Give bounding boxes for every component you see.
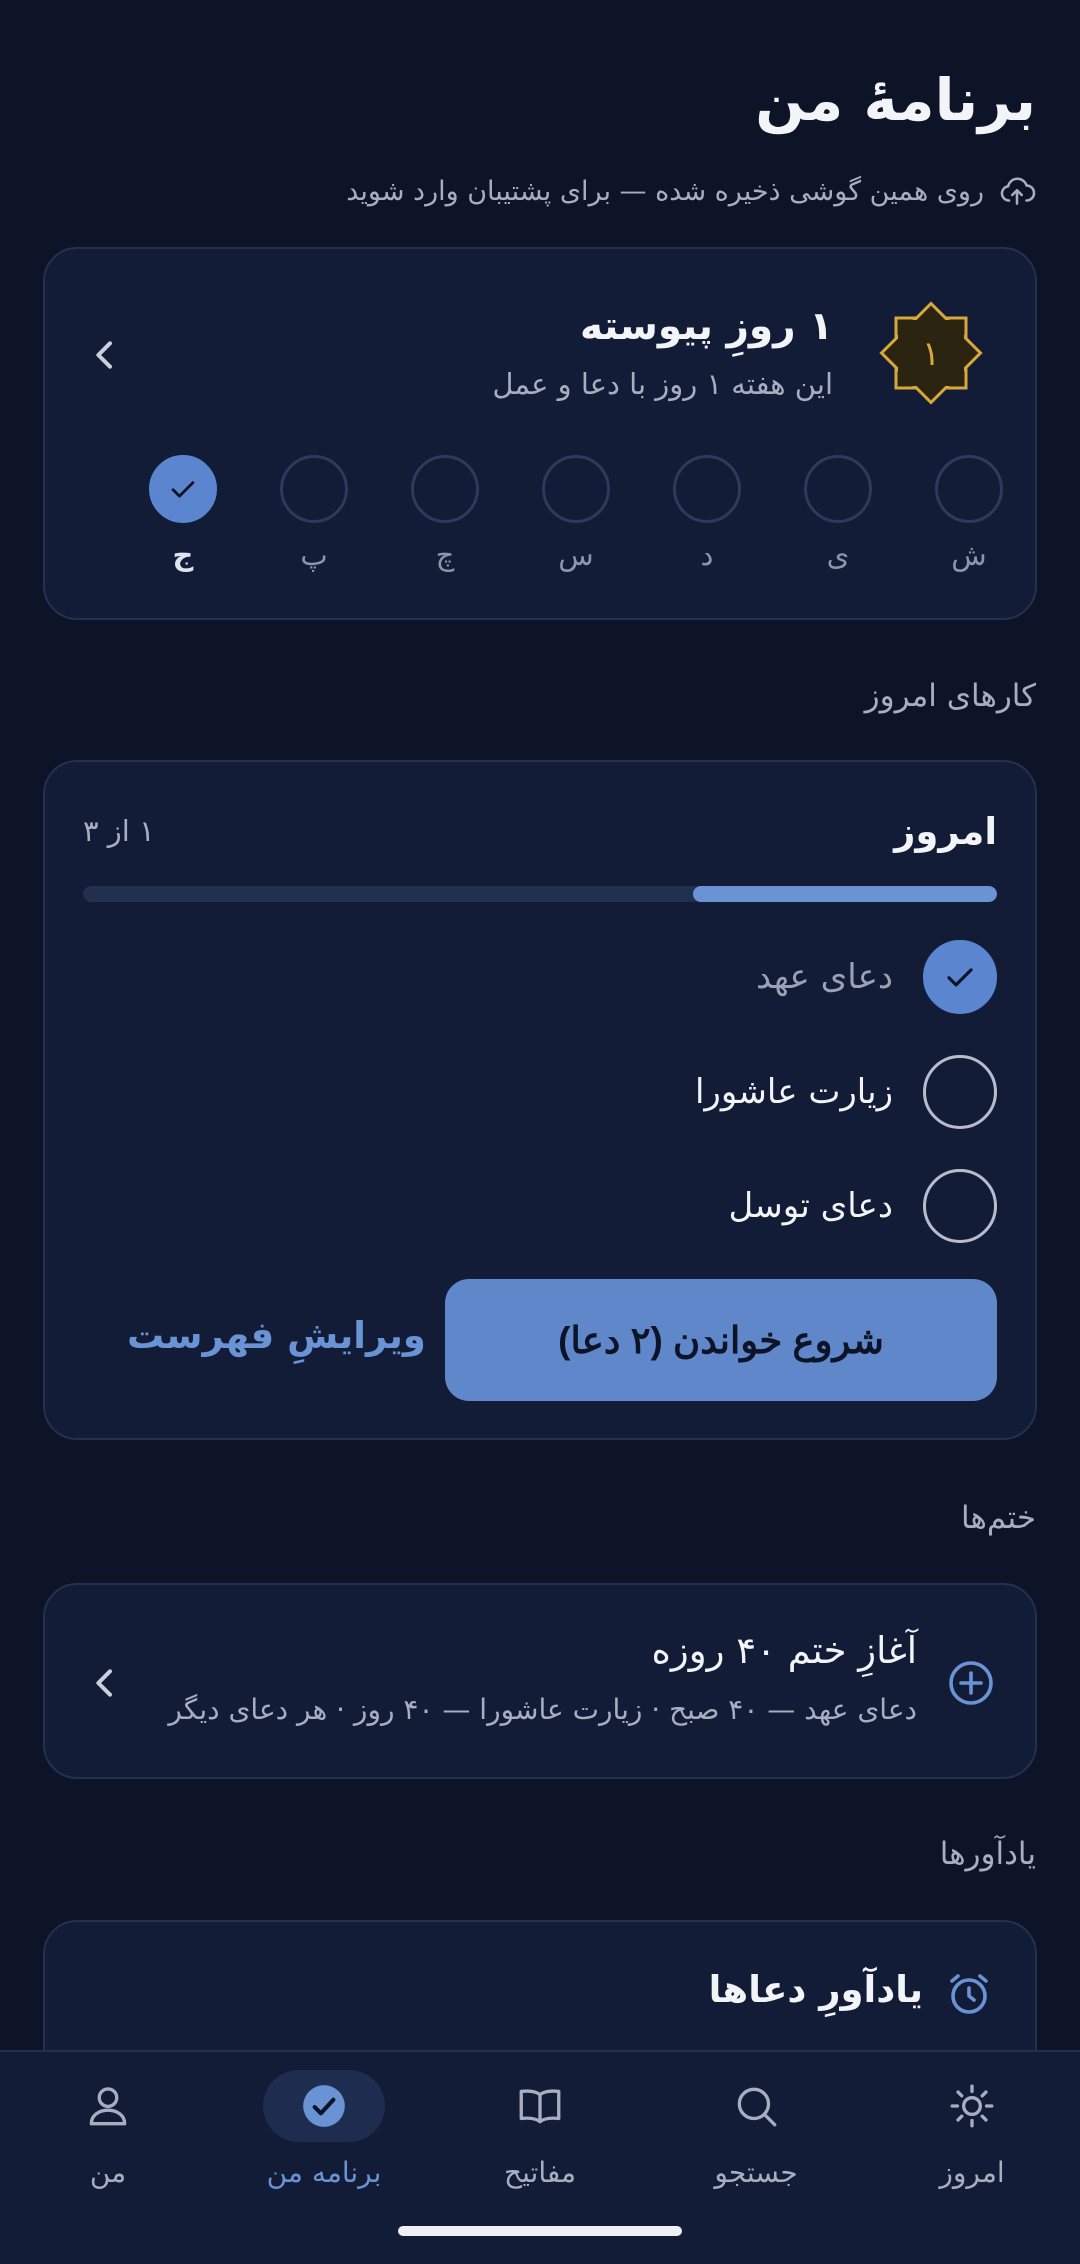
week-day: د xyxy=(673,455,741,573)
nav-icon-container xyxy=(263,2070,385,2142)
section-reminders: یادآورها xyxy=(939,1836,1036,1872)
day-label: ش xyxy=(951,538,987,572)
today-count: ۱ از ۳ xyxy=(83,814,155,848)
nav-icon-container xyxy=(695,2070,817,2142)
chevron-left-icon[interactable] xyxy=(85,1663,125,1703)
cloud-upload-icon xyxy=(1000,177,1036,205)
sun-icon xyxy=(950,2084,994,2128)
plus-circle-icon xyxy=(949,1661,993,1705)
streak-badge-number: ۱ xyxy=(922,334,940,374)
task-checkbox[interactable] xyxy=(923,940,997,1014)
nav-label: مفاتیح xyxy=(504,2156,577,2189)
check-icon xyxy=(947,968,973,987)
nav-item[interactable]: مفاتیح xyxy=(440,2070,640,2220)
nav-label: من xyxy=(89,2156,127,2189)
nav-label: برنامه من xyxy=(266,2156,382,2189)
today-title: امروز xyxy=(894,810,997,853)
task-label: زیارت عاشورا xyxy=(694,1072,893,1112)
day-indicator xyxy=(280,455,348,523)
task-item[interactable]: دعای توسل xyxy=(729,1168,997,1244)
week-day: س xyxy=(542,455,610,573)
star-badge-icon: ۱ xyxy=(879,301,983,405)
nav-label: امروز xyxy=(939,2156,1005,2189)
day-label: ج xyxy=(172,538,194,572)
section-today-tasks: کارهای امروز xyxy=(864,678,1036,714)
check-icon xyxy=(171,481,195,498)
khatm-title: آغازِ ختم ۴۰ روزه xyxy=(651,1629,917,1672)
task-checkbox[interactable] xyxy=(923,1169,997,1243)
nav-label: جستجو xyxy=(714,2156,798,2189)
today-progress-bar xyxy=(83,886,997,902)
nav-item[interactable]: امروز xyxy=(872,2070,1072,2220)
day-label: د xyxy=(700,538,714,572)
day-label: س xyxy=(558,538,594,572)
task-item[interactable]: زیارت عاشورا xyxy=(695,1054,997,1130)
home-indicator xyxy=(398,2226,682,2236)
chevron-left-icon[interactable] xyxy=(85,335,125,375)
khatm-subtitle: دعای عهد — ۴۰ صبح · زیارت عاشورا — ۴۰ رو… xyxy=(168,1693,917,1726)
week-day: چ xyxy=(411,455,479,573)
streak-title: ۱ روزِ پیوسته xyxy=(579,304,833,349)
nav-item[interactable]: جستجو xyxy=(656,2070,856,2220)
day-label: پ xyxy=(300,538,328,572)
day-indicator xyxy=(411,455,479,523)
start-reading-button[interactable]: شروع خواندن (۲ دعا) xyxy=(445,1279,997,1401)
task-label: دعای عهد xyxy=(755,957,893,997)
week-day: ج xyxy=(149,455,217,573)
task-checkbox[interactable] xyxy=(923,1055,997,1129)
reminder-title: یادآورِ دعاها xyxy=(708,1968,923,2011)
nav-icon-container xyxy=(47,2070,169,2142)
week-day: پ xyxy=(280,455,348,573)
page-title: برنامهٔ من xyxy=(755,66,1036,134)
book-icon xyxy=(519,2089,561,2124)
day-indicator xyxy=(804,455,872,523)
search-icon xyxy=(737,2087,777,2127)
day-done-indicator xyxy=(149,455,217,523)
today-card: امروز ۱ از ۳ دعای عهد زیارت عاشورا دعای تو… xyxy=(43,760,1037,1440)
task-label: دعای توسل xyxy=(728,1186,893,1226)
day-indicator xyxy=(673,455,741,523)
sync-status[interactable]: روی همین گوشی ذخیره شده — برای پشتیبان و… xyxy=(346,172,1036,210)
day-label: ی xyxy=(826,538,850,572)
person-icon xyxy=(89,2087,127,2126)
task-item[interactable]: دعای عهد xyxy=(756,939,997,1015)
streak-subtitle: این هفته ۱ روز با دعا و عمل xyxy=(492,367,833,401)
today-progress-fill xyxy=(692,886,997,902)
day-indicator xyxy=(542,455,610,523)
check-circle-icon xyxy=(303,2085,345,2127)
khatm-card[interactable]: آغازِ ختم ۴۰ روزه دعای عهد — ۴۰ صبح · زی… xyxy=(43,1583,1037,1779)
streak-card[interactable]: ۱ ۱ روزِ پیوسته این هفته ۱ روز با دعا و … xyxy=(43,247,1037,620)
nav-item[interactable]: برنامه من xyxy=(224,2070,424,2220)
day-indicator xyxy=(935,455,1003,523)
alarm-clock-icon xyxy=(950,1974,988,2014)
nav-item[interactable]: من xyxy=(8,2070,208,2220)
edit-list-link[interactable]: ویرایشِ فهرست xyxy=(127,1314,426,1357)
week-days: شیدسچپج xyxy=(149,455,1003,573)
nav-icon-container xyxy=(911,2070,1033,2142)
week-day: ش xyxy=(935,455,1003,573)
section-khatms: ختم‌ها xyxy=(961,1500,1036,1536)
day-label: چ xyxy=(435,538,455,572)
sync-text: روی همین گوشی ذخیره شده — برای پشتیبان و… xyxy=(346,175,984,207)
week-day: ی xyxy=(804,455,872,573)
nav-icon-container xyxy=(479,2070,601,2142)
